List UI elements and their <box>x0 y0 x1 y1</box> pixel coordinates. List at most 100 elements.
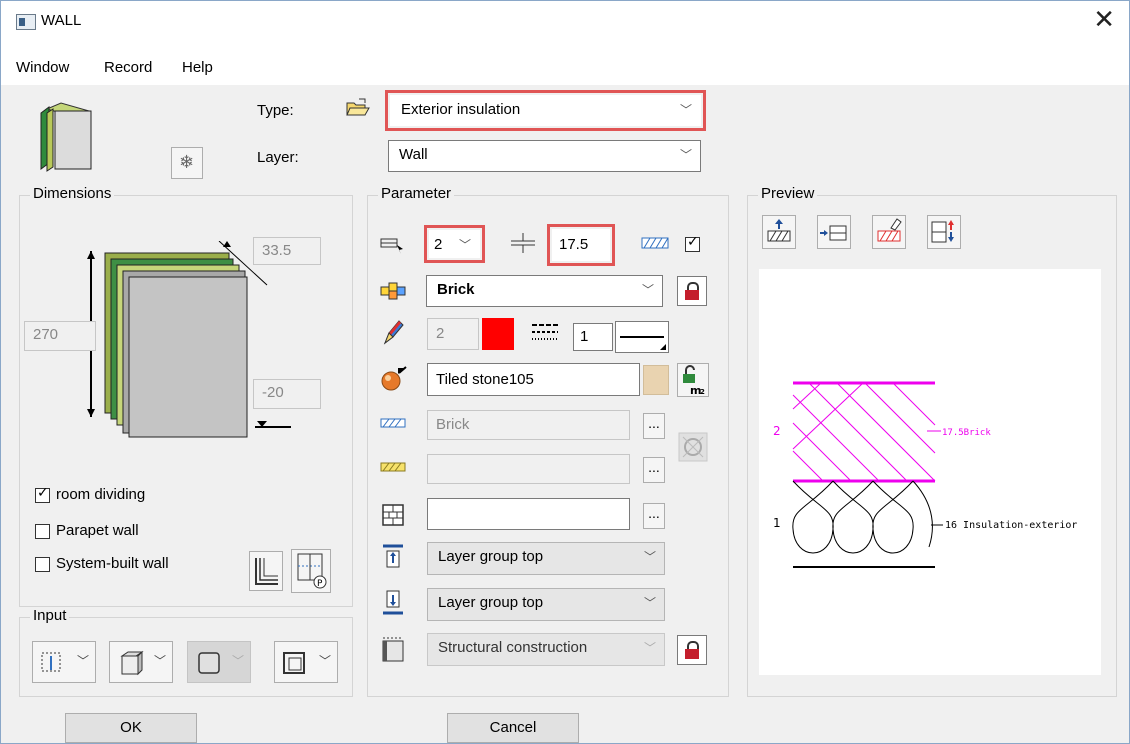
type-value: Exterior insulation <box>401 101 521 118</box>
layer-value: Wall <box>399 146 428 163</box>
layer-dropdown[interactable]: Wall ﹀ <box>388 140 701 172</box>
layer-number-value: 2 <box>434 236 443 253</box>
type-label: Type: <box>257 102 294 119</box>
pen-field[interactable]: 2 <box>427 318 479 350</box>
parapet-wall-label: Parapet wall <box>56 522 139 539</box>
app-icon <box>16 14 36 30</box>
layer-group-top-value-2: Layer group top <box>438 594 544 611</box>
frame-input-button[interactable]: ﹀ <box>274 641 338 683</box>
material-value: Brick <box>437 281 475 298</box>
chevron-down-icon: ﹀ <box>643 550 656 564</box>
wall-box-icon <box>120 650 144 676</box>
preview-canvas: 2 17.5Brick 1 16 Insulation-exterior <box>759 269 1101 675</box>
title-bar: WALL ✕ <box>1 1 1129 45</box>
line-preview <box>620 336 664 338</box>
close-icon[interactable]: ✕ <box>1093 7 1115 33</box>
pattern-more-button[interactable]: ... <box>643 457 665 483</box>
type-dropdown[interactable]: Exterior insulation ﹀ <box>390 95 701 126</box>
line-number-field[interactable]: 1 <box>573 323 613 351</box>
chevron-down-icon: ﹀ <box>153 654 166 668</box>
preview-label: Preview <box>758 185 818 202</box>
ok-button[interactable]: OK <box>65 713 197 743</box>
input-label: Input <box>30 607 70 624</box>
pattern-field[interactable] <box>427 454 630 484</box>
freeze-button[interactable]: ❄ <box>171 147 203 179</box>
menu-bar: Window Record Help <box>1 45 1129 85</box>
surface-icon <box>381 366 407 391</box>
layer-group-top-dropdown-2[interactable]: Layer group top ﹀ <box>427 588 665 621</box>
wall-input-button[interactable]: ﹀ <box>109 641 173 683</box>
line-type-icon <box>532 324 558 340</box>
material-icon <box>380 282 406 300</box>
material-lock-button[interactable] <box>677 276 707 306</box>
hatch-checkbox[interactable] <box>685 234 700 252</box>
window-title: WALL <box>41 12 82 29</box>
layer-group-top-value-1: Layer group top <box>438 548 544 565</box>
material-dropdown[interactable]: Brick ﹀ <box>426 275 663 307</box>
surface-lock-button[interactable]: m 2 <box>677 363 709 397</box>
swap-layer-icon <box>931 220 954 243</box>
layer-group-top-dropdown-1[interactable]: Layer group top ﹀ <box>427 542 665 575</box>
fill-field[interactable] <box>427 498 630 530</box>
pen-color-swatch[interactable] <box>482 318 514 350</box>
chevron-down-icon: ﹀ <box>641 283 654 297</box>
hatch-icon <box>641 237 669 249</box>
pattern-puzzle-icon <box>678 432 708 462</box>
corner-button[interactable] <box>249 551 283 591</box>
parapet-settings-button[interactable]: P <box>291 549 331 593</box>
pen-icon <box>383 320 404 345</box>
chevron-down-icon: ﹀ <box>643 641 656 655</box>
preview-insert-layer-button[interactable] <box>817 215 851 249</box>
layer-select-icon <box>380 238 403 254</box>
preview-swap-layer-button[interactable] <box>927 215 961 249</box>
hatch-more-button[interactable]: ... <box>643 413 665 439</box>
layer-thickness-icon <box>511 233 535 253</box>
menu-window[interactable]: Window <box>16 59 69 76</box>
dimensions-label: Dimensions <box>30 185 115 202</box>
input-method-button[interactable]: ﹀ <box>32 641 96 683</box>
menu-record[interactable]: Record <box>104 59 152 76</box>
svg-text:2: 2 <box>700 388 705 396</box>
system-built-checkbox[interactable] <box>35 557 50 572</box>
chevron-down-icon: ﹀ <box>458 238 471 252</box>
hatch-field[interactable]: Brick <box>427 410 630 440</box>
chevron-down-icon: ﹀ <box>231 654 244 668</box>
chevron-down-icon: ﹀ <box>76 654 89 668</box>
block-input-button[interactable]: ﹀ <box>187 641 251 683</box>
preview-layer1-number: 1 <box>773 516 781 530</box>
preview-layer1-label: 16 Insulation-exterior <box>945 520 1077 531</box>
layer-thickness-field[interactable]: 17.5 <box>552 229 610 261</box>
thickness-field[interactable]: 33.5 <box>253 237 321 265</box>
room-dividing-checkbox[interactable] <box>35 485 50 503</box>
layer-label: Layer: <box>257 149 299 166</box>
offset-field[interactable]: -20 <box>253 379 321 409</box>
frame-icon <box>283 652 305 674</box>
line-style-dropdown[interactable] <box>615 321 669 353</box>
dimensions-diagram <box>87 241 291 438</box>
preview-layer-up-button[interactable] <box>762 215 796 249</box>
svg-text:P: P <box>317 579 323 589</box>
surface-field[interactable]: Tiled stone105 <box>427 363 640 396</box>
chevron-down-icon: ﹀ <box>318 654 331 668</box>
wall-dialog: WALL ✕ Window Record Help ❄ Type: Exteri… <box>0 0 1130 744</box>
corner-icon <box>255 558 278 585</box>
preview-delete-layer-button[interactable] <box>872 215 906 249</box>
grid-param-icon: P <box>297 553 327 589</box>
eraser-layer-icon <box>877 218 902 242</box>
height-field[interactable]: 270 <box>24 321 96 351</box>
insert-layer-icon <box>820 225 847 241</box>
parapet-wall-checkbox[interactable] <box>35 524 50 539</box>
construction-lock-button[interactable] <box>677 635 707 665</box>
parameter-label: Parameter <box>378 185 455 202</box>
block-icon <box>198 652 220 674</box>
structural-construction-icon <box>382 637 404 662</box>
cancel-button[interactable]: Cancel <box>447 713 579 743</box>
menu-help[interactable]: Help <box>182 59 213 76</box>
layer-preview-drawing: 2 17.5Brick 1 16 Insulation-exterior <box>773 381 1077 568</box>
fill-more-button[interactable]: ... <box>643 503 665 529</box>
construction-dropdown[interactable]: Structural construction ﹀ <box>427 633 665 666</box>
preview-layer2-number: 2 <box>773 424 781 438</box>
open-folder-icon[interactable] <box>345 97 371 119</box>
chevron-down-icon: ﹀ <box>679 148 692 162</box>
layer-number-dropdown[interactable]: 2 ﹀ <box>429 230 480 258</box>
